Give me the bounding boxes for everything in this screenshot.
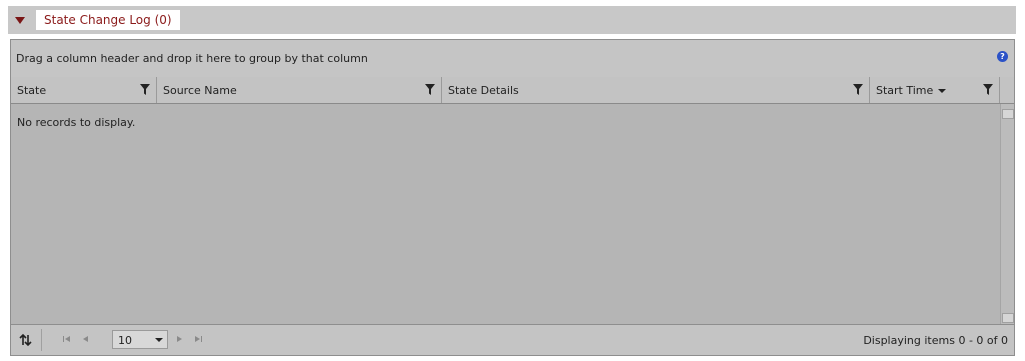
last-page-icon[interactable] (193, 333, 203, 345)
previous-page-icon[interactable] (81, 333, 91, 345)
no-records-message: No records to display. (17, 116, 136, 129)
filter-icon[interactable] (425, 84, 435, 95)
column-header-state-details[interactable]: State Details (442, 77, 870, 103)
column-label-start-time: Start Time (876, 84, 947, 97)
column-header-source-name[interactable]: Source Name (157, 77, 442, 103)
data-grid: Drag a column header and drop it here to… (10, 39, 1015, 356)
collapse-arrow-icon[interactable] (15, 17, 25, 24)
filter-icon[interactable] (853, 84, 863, 95)
column-label: State Details (448, 84, 519, 97)
pager-info: Displaying items 0 - 0 of 0 (863, 334, 1008, 347)
filter-icon[interactable] (140, 84, 150, 95)
group-panel[interactable]: Drag a column header and drop it here to… (11, 40, 1014, 78)
panel-header: State Change Log (0) (8, 6, 1016, 34)
refresh-icon[interactable] (18, 333, 32, 347)
scroll-down-button[interactable] (1002, 313, 1014, 323)
panel-title[interactable]: State Change Log (0) (36, 10, 180, 30)
vertical-scrollbar[interactable] (1000, 104, 1014, 326)
filter-icon[interactable] (983, 84, 993, 95)
group-hint: Drag a column header and drop it here to… (16, 52, 368, 65)
page-size-select[interactable]: 10 (112, 330, 168, 349)
column-header-state[interactable]: State (11, 77, 157, 103)
column-header-start-time[interactable]: Start Time (870, 77, 1000, 103)
next-page-icon[interactable] (174, 333, 184, 345)
grid-body: No records to display. (11, 104, 1014, 326)
column-label: State (17, 84, 47, 97)
column-header-row: State Source Name State Details Start Ti… (11, 77, 1014, 104)
help-icon[interactable]: ? (997, 51, 1008, 62)
first-page-icon[interactable] (62, 333, 72, 345)
pager: 10 Displaying items 0 - 0 of 0 (11, 324, 1014, 355)
sort-descending-icon (938, 89, 947, 93)
page-size-value: 10 (118, 334, 132, 347)
pager-divider (41, 329, 42, 351)
chevron-down-icon[interactable] (155, 338, 163, 342)
scroll-up-button[interactable] (1002, 109, 1014, 119)
column-label: Source Name (163, 84, 237, 97)
